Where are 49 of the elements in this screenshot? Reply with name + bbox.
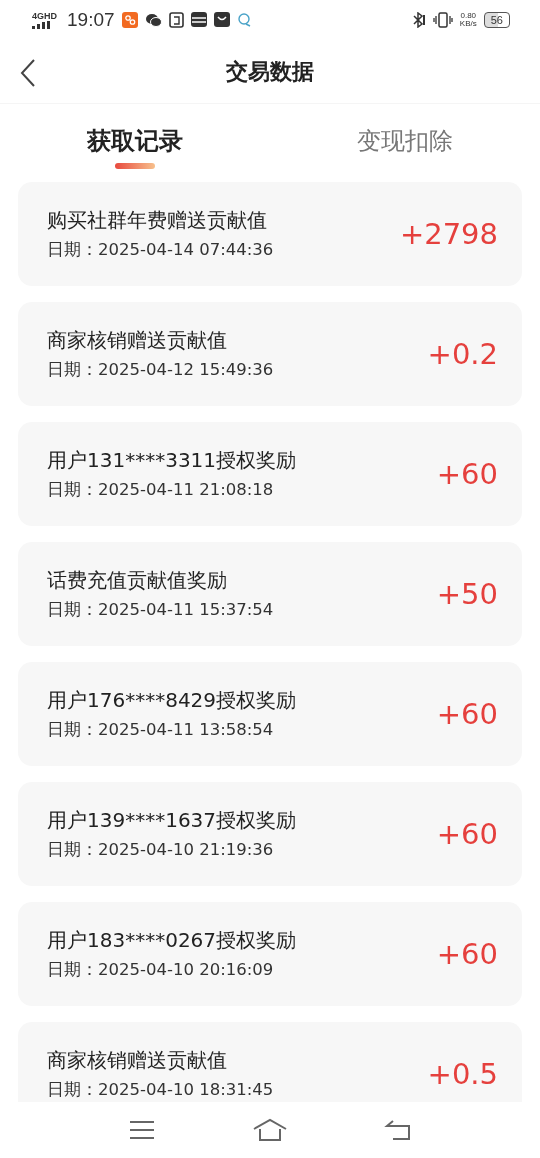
document-icon	[168, 12, 184, 28]
record-title: 话费充值贡献值奖励	[47, 567, 228, 594]
record-title: 商家核销赠送贡献值	[47, 1047, 228, 1074]
network-label: 4GHD	[32, 11, 57, 21]
record-title: 用户131****3311授权奖励	[47, 447, 298, 474]
speed-value: 0.80	[460, 12, 477, 20]
record-card[interactable]: 用户176****8429授权奖励 日期：2025-04-11 13:58:54 +60	[18, 662, 522, 766]
record-date: 日期：2025-04-10 21:19:36	[47, 839, 275, 861]
record-amount: +0.2	[427, 337, 498, 371]
record-card[interactable]: 商家核销赠送贡献值 日期：2025-04-12 15:49:36 +0.2	[18, 302, 522, 406]
record-title: 用户183****0267授权奖励	[47, 927, 298, 954]
record-card[interactable]: 商家核销赠送贡献值 日期：2025-04-10 18:31:45 +0.5	[18, 1022, 522, 1102]
tab[interactable]: 变现扣除	[270, 104, 540, 175]
record-title: 用户139****1637授权奖励	[47, 807, 298, 834]
chat-icon	[144, 12, 162, 28]
record-date: 日期：2025-04-11 13:58:54	[47, 719, 275, 741]
record-amount: +2798	[399, 217, 498, 251]
record-date: 日期：2025-04-11 15:37:54	[47, 599, 275, 621]
vibrate-icon	[432, 12, 453, 28]
record-title: 购买社群年费赠送贡献值	[47, 207, 268, 234]
speed-unit: KB/s	[459, 20, 477, 28]
record-card[interactable]: 用户139****1637授权奖励 日期：2025-04-10 21:19:36 +60	[18, 782, 522, 886]
record-amount: +60	[436, 817, 498, 851]
record-amount: +60	[436, 697, 498, 731]
record-date: 日期：2025-04-10 18:31:45	[47, 1079, 275, 1101]
record-title: 用户176****8429授权奖励	[47, 687, 298, 714]
record-card[interactable]: 购买社群年费赠送贡献值 日期：2025-04-14 07:44:36 +2798	[18, 182, 522, 286]
tab[interactable]: 获取记录	[0, 104, 270, 175]
record-title: 商家核销赠送贡献值	[47, 327, 228, 354]
record-date: 日期：2025-04-11 21:08:18	[47, 479, 275, 501]
record-date: 日期：2025-04-14 07:44:36	[47, 239, 275, 261]
app-icon	[121, 12, 138, 28]
clock: 19:07	[67, 9, 115, 31]
record-card[interactable]: 话费充值贡献值奖励 日期：2025-04-11 15:37:54 +50	[18, 542, 522, 646]
page-title: 交易数据	[226, 57, 314, 86]
record-date: 日期：2025-04-12 15:49:36	[47, 359, 275, 381]
bag-icon	[213, 12, 230, 28]
bluetooth-icon	[411, 12, 426, 28]
record-card[interactable]: 用户131****3311授权奖励 日期：2025-04-11 21:08:18 +60	[18, 422, 522, 526]
record-amount: +60	[436, 937, 498, 971]
card-icon	[190, 12, 207, 28]
bubble-icon	[236, 13, 252, 27]
battery-indicator: 56	[483, 12, 510, 28]
record-amount: +60	[436, 457, 498, 491]
record-date: 日期：2025-04-10 20:16:09	[47, 959, 275, 981]
record-amount: +0.5	[427, 1057, 498, 1091]
signal-icon	[32, 20, 52, 29]
record-amount: +50	[436, 577, 498, 611]
record-card[interactable]: 用户183****0267授权奖励 日期：2025-04-10 20:16:09 +60	[18, 902, 522, 1006]
